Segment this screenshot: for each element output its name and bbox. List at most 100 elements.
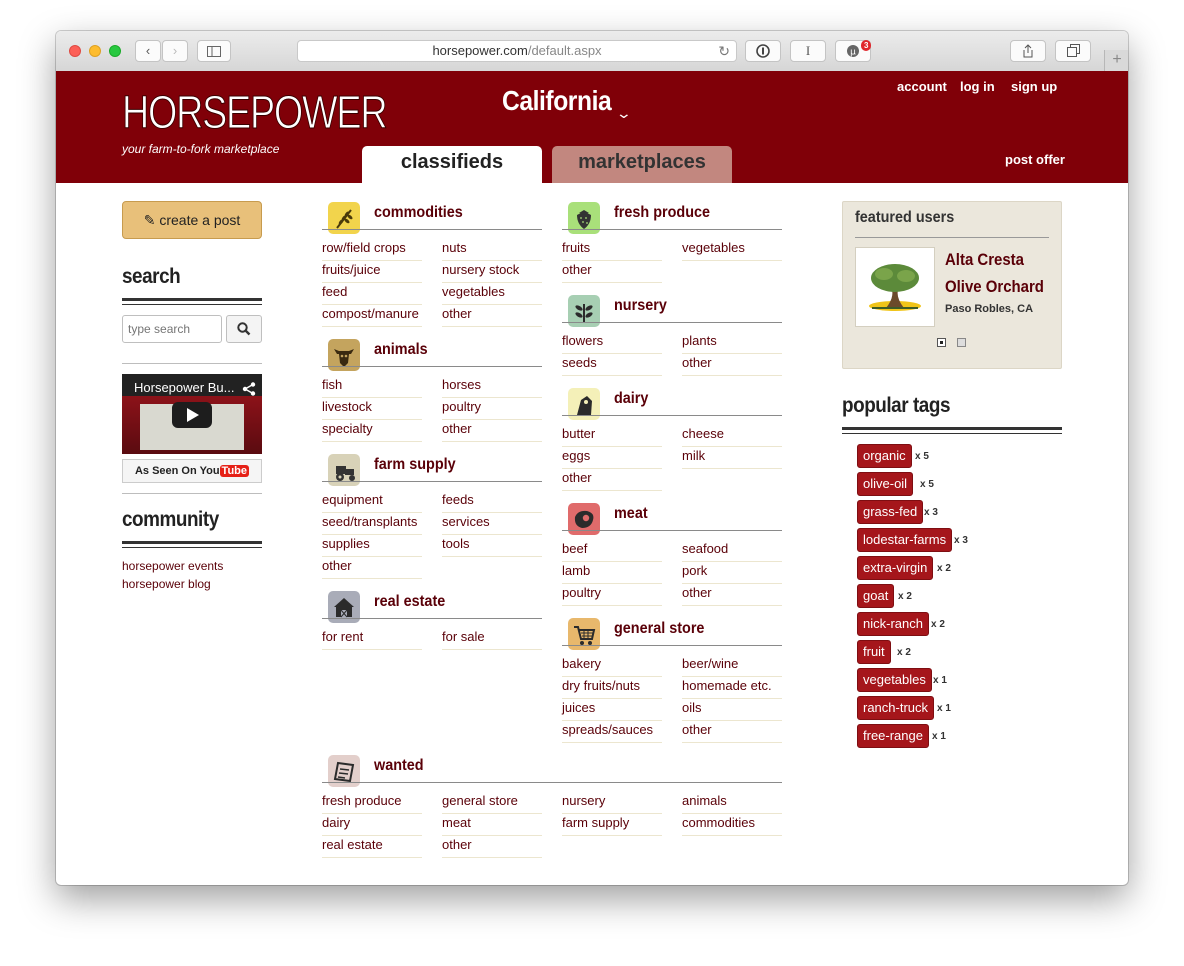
commodities-item[interactable]: feed [322, 283, 422, 305]
commodities-item[interactable]: compost/manure [322, 305, 422, 327]
tag-lodestar-farms[interactable]: lodestar-farms [857, 528, 953, 552]
general-store-item[interactable]: beer/wine [682, 655, 782, 677]
general-store-item[interactable]: juices [562, 699, 662, 721]
category-title-fresh-produce[interactable]: fresh produce [614, 204, 710, 222]
wanted-item[interactable]: farm supply [562, 814, 662, 836]
wanted-item[interactable]: other [442, 836, 542, 858]
play-icon[interactable] [172, 402, 212, 428]
close-window-button[interactable] [69, 45, 81, 57]
category-title-animals[interactable]: animals [374, 341, 428, 359]
animals-item[interactable]: specialty [322, 420, 422, 442]
category-title-dairy[interactable]: dairy [614, 390, 648, 408]
wanted-item[interactable]: real estate [322, 836, 422, 858]
tabs-overview-button[interactable] [1055, 40, 1091, 62]
category-title-wanted[interactable]: wanted [374, 757, 424, 775]
meat-item[interactable]: lamb [562, 562, 662, 584]
featured-user-name[interactable]: Olive Orchard [945, 277, 1044, 297]
search-input[interactable] [122, 315, 222, 343]
commodities-item[interactable]: other [442, 305, 542, 327]
category-title-commodities[interactable]: commodities [374, 204, 463, 222]
youtube-video[interactable]: Horsepower Bu... [122, 374, 262, 454]
wanted-item[interactable]: general store [442, 792, 542, 814]
community-link-events[interactable]: horsepower events [122, 559, 223, 573]
farm-supply-item[interactable]: equipment [322, 491, 422, 513]
tag-olive-oil[interactable]: olive-oil [857, 472, 914, 496]
dairy-item[interactable]: other [562, 469, 662, 491]
tag-grass-fed[interactable]: grass-fed [857, 500, 924, 524]
farm-supply-item[interactable]: feeds [442, 491, 542, 513]
featured-user-photo[interactable] [855, 247, 935, 327]
wanted-item[interactable]: dairy [322, 814, 422, 836]
state-selector[interactable]: California [502, 85, 612, 117]
commodities-item[interactable]: row/field crops [322, 239, 422, 261]
general-store-item[interactable]: homemade etc. [682, 677, 782, 699]
carousel-dot[interactable] [957, 338, 966, 347]
wanted-item[interactable]: nursery [562, 792, 662, 814]
category-title-farm-supply[interactable]: farm supply [374, 456, 456, 474]
farm-supply-item[interactable]: services [442, 513, 542, 535]
site-logo[interactable]: HORSEPOWER [122, 85, 388, 139]
nursery-item[interactable]: seeds [562, 354, 662, 376]
featured-user-name[interactable]: Alta Cresta [945, 250, 1024, 270]
meat-item[interactable]: poultry [562, 584, 662, 606]
dairy-item[interactable]: eggs [562, 447, 662, 469]
dairy-item[interactable]: butter [562, 425, 662, 447]
ublock-extension-button[interactable]: µ 3 [835, 40, 872, 62]
general-store-item[interactable]: bakery [562, 655, 662, 677]
commodities-item[interactable]: vegetables [442, 283, 542, 305]
meat-item[interactable]: other [682, 584, 782, 606]
farm-supply-item[interactable]: other [322, 557, 422, 579]
general-store-item[interactable]: dry fruits/nuts [562, 677, 662, 699]
share-icon[interactable] [242, 382, 256, 396]
farm-supply-item[interactable]: tools [442, 535, 542, 557]
commodities-item[interactable]: nuts [442, 239, 542, 261]
tag-fruit[interactable]: fruit [857, 640, 891, 664]
nursery-item[interactable]: plants [682, 332, 782, 354]
animals-item[interactable]: fish [322, 376, 422, 398]
carousel-dot-active[interactable] [937, 338, 946, 347]
password-extension-button[interactable] [745, 40, 781, 62]
fresh-produce-item[interactable]: other [562, 261, 662, 283]
tag-nick-ranch[interactable]: nick-ranch [857, 612, 929, 636]
fresh-produce-item[interactable]: fruits [562, 239, 662, 261]
tab-marketplaces[interactable]: marketplaces [552, 146, 732, 183]
category-title-meat[interactable]: meat [614, 505, 648, 523]
reload-icon[interactable]: ↻ [718, 41, 730, 61]
commodities-item[interactable]: nursery stock [442, 261, 542, 283]
account-link[interactable]: account [897, 79, 947, 94]
animals-item[interactable]: other [442, 420, 542, 442]
sidebar-toggle-button[interactable] [197, 40, 231, 62]
wanted-item[interactable]: fresh produce [322, 792, 422, 814]
animals-item[interactable]: horses [442, 376, 542, 398]
new-tab-button[interactable]: + [1104, 50, 1128, 72]
meat-item[interactable]: seafood [682, 540, 782, 562]
nursery-item[interactable]: flowers [562, 332, 662, 354]
meat-item[interactable]: beef [562, 540, 662, 562]
fresh-produce-item[interactable]: vegetables [682, 239, 782, 261]
post-offer-link[interactable]: post offer [1005, 152, 1065, 167]
minimize-window-button[interactable] [89, 45, 101, 57]
meat-item[interactable]: pork [682, 562, 782, 584]
tag-vegetables[interactable]: vegetables [857, 668, 932, 692]
youtube-badge[interactable]: As Seen On You Tube [122, 459, 262, 483]
animals-item[interactable]: poultry [442, 398, 542, 420]
reader-extension-button[interactable]: I [790, 40, 826, 62]
real-estate-item[interactable]: for sale [442, 628, 542, 650]
wanted-item[interactable]: meat [442, 814, 542, 836]
tab-classifieds[interactable]: classifieds [362, 146, 542, 183]
dairy-item[interactable]: cheese [682, 425, 782, 447]
address-bar[interactable]: horsepower.com/default.aspx ↻ [297, 40, 737, 62]
chevron-down-icon[interactable]: ⌄ [616, 105, 632, 122]
community-link-blog[interactable]: horsepower blog [122, 577, 211, 591]
nursery-item[interactable]: other [682, 354, 782, 376]
category-title-real-estate[interactable]: real estate [374, 593, 445, 611]
wanted-item[interactable]: commodities [682, 814, 782, 836]
login-link[interactable]: log in [960, 79, 995, 94]
general-store-item[interactable]: spreads/sauces [562, 721, 662, 743]
share-button[interactable] [1010, 40, 1046, 62]
create-post-button[interactable]: ✎ create a post [122, 201, 262, 239]
wanted-item[interactable]: animals [682, 792, 782, 814]
farm-supply-item[interactable]: seed/transplants [322, 513, 422, 535]
category-title-nursery[interactable]: nursery [614, 297, 667, 315]
general-store-item[interactable]: other [682, 721, 782, 743]
